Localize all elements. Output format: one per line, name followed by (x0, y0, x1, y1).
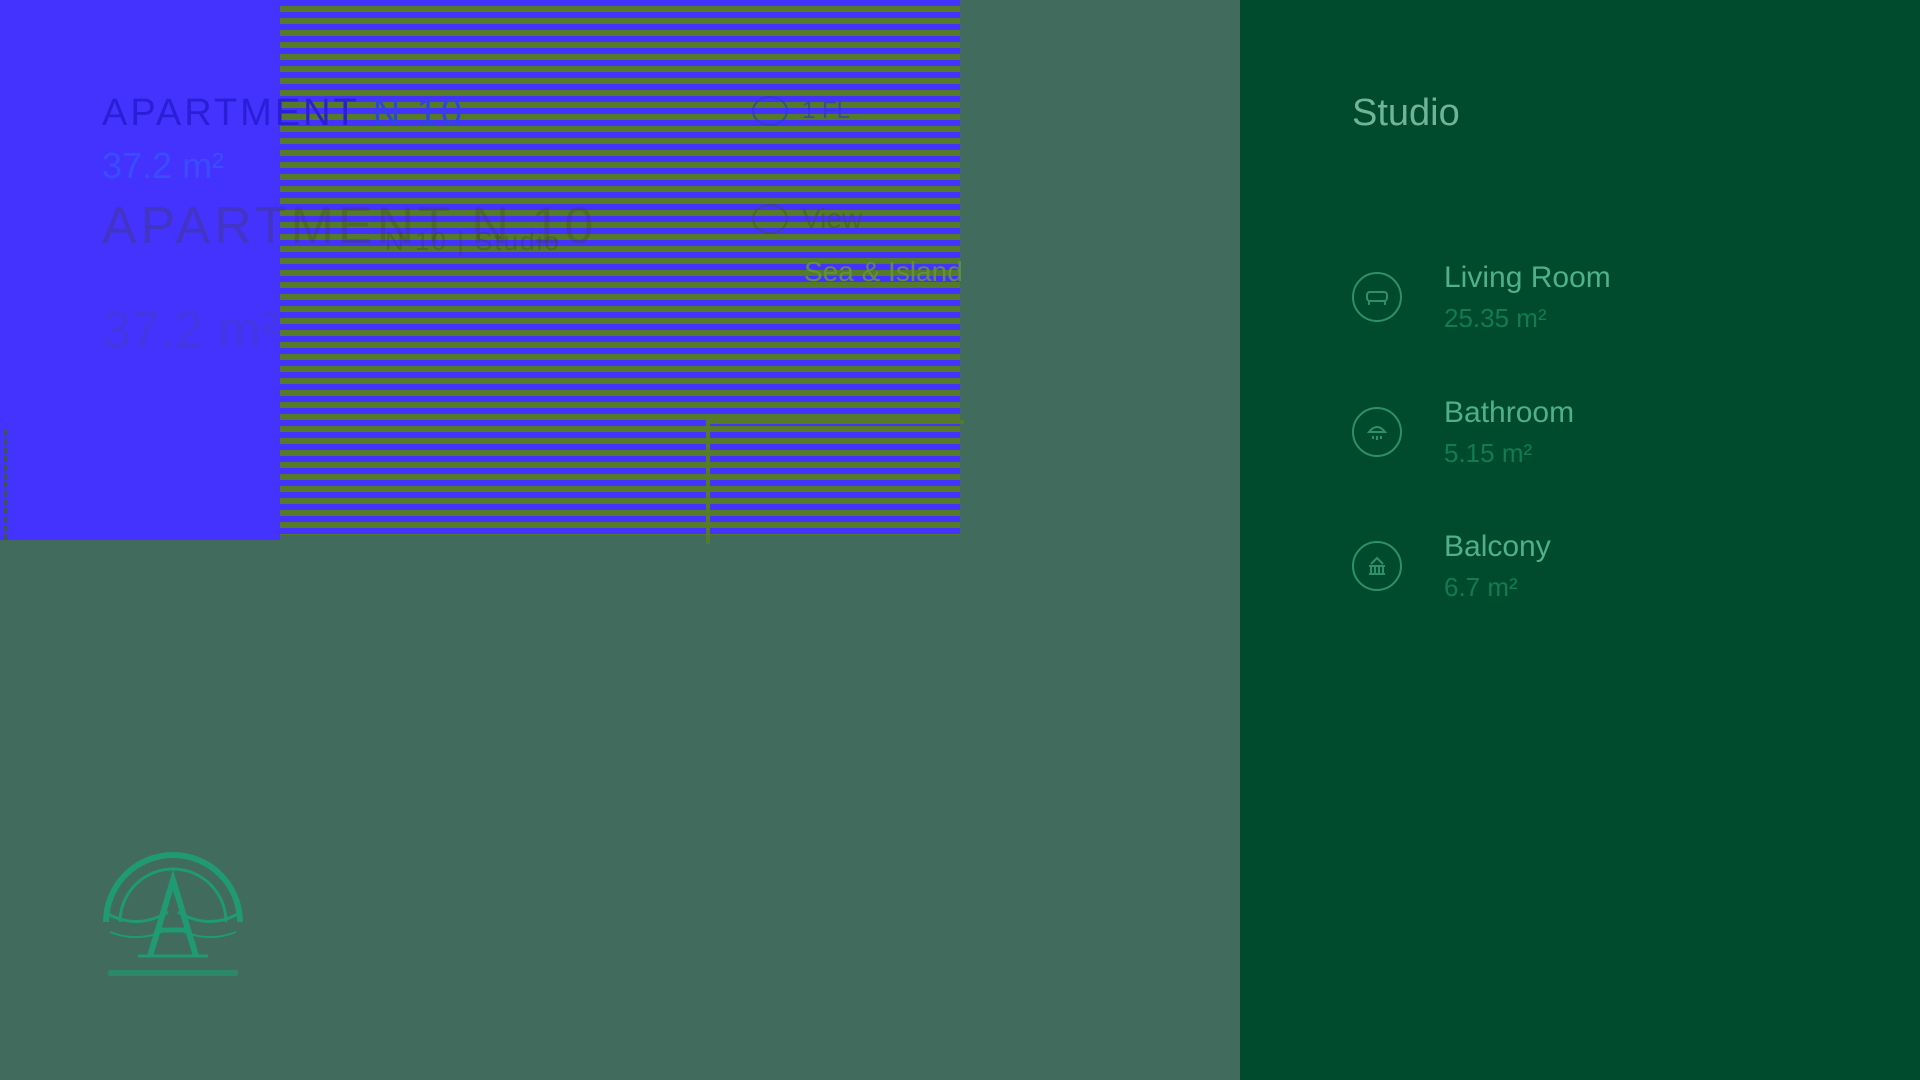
room-bathroom[interactable]: Bathroom 5.15 m² (1352, 395, 1574, 471)
balcony-icon (1352, 541, 1402, 591)
room-text: Living Room 25.35 m² (1444, 260, 1611, 336)
apartment-details-panel: Studio Living Room 25.35 m² Bathroom 5.1… (1240, 0, 1920, 1080)
room-balcony[interactable]: Balcony 6.7 m² (1352, 529, 1551, 605)
apartment-area: 37.2 m² (102, 145, 225, 186)
apartment-area-shadow: 37.2 m² (102, 301, 279, 359)
sofa-icon (1352, 272, 1402, 322)
apartment-type-title: Studio (1352, 92, 1460, 134)
brand-logo[interactable] (98, 852, 248, 982)
stairs-icon (752, 96, 788, 126)
room-name: Bathroom (1444, 396, 1575, 429)
floor-plan-area: APARTMENT N 10 37.2 m² APARTMENT N 10 N … (0, 0, 1240, 1080)
room-name: Living Room (1444, 261, 1611, 294)
eye-icon (752, 204, 788, 234)
floor-info: 1 FL (752, 96, 850, 126)
apartment-number: N 10 (372, 92, 465, 134)
apartment-screen: APARTMENT N 10 37.2 m² APARTMENT N 10 N … (0, 0, 1920, 1080)
room-name: Balcony (1444, 530, 1551, 563)
room-living-room[interactable]: Living Room 25.35 m² (1352, 260, 1611, 336)
plan-wall-dashed (4, 430, 7, 540)
plan-room-outline (706, 420, 964, 544)
room-area: 6.7 m² (1444, 572, 1518, 602)
floor-label: 1 FL (802, 97, 851, 124)
floor-plan-highlight (0, 0, 280, 540)
view-value: Sea & Island (804, 256, 963, 287)
view-info: View (752, 203, 862, 235)
room-area: 5.15 m² (1444, 438, 1533, 468)
apartment-subtitle-shadow: N 10 | Studio (385, 226, 561, 256)
room-text: Balcony 6.7 m² (1444, 529, 1551, 605)
room-area: 25.35 m² (1444, 303, 1547, 333)
room-text: Bathroom 5.15 m² (1444, 395, 1574, 471)
view-label: View (802, 203, 863, 234)
apartment-title-word: APARTMENT (102, 92, 360, 134)
apartment-title: APARTMENT N 10 (102, 92, 465, 135)
shower-icon (1352, 407, 1402, 457)
